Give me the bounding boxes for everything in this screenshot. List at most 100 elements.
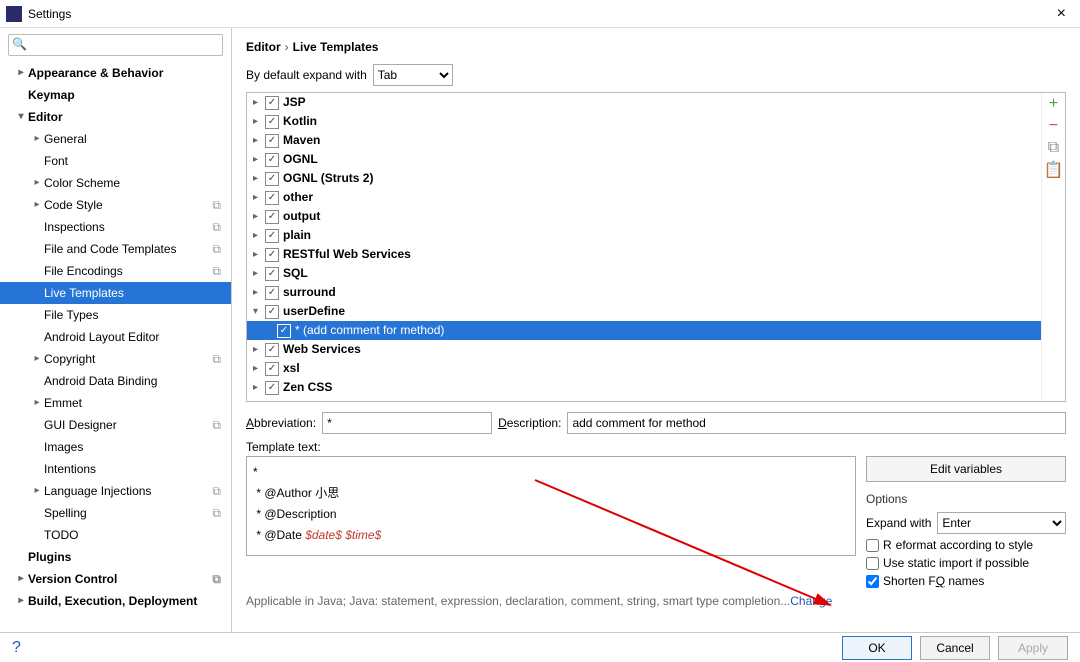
checkbox-icon[interactable]: [265, 229, 279, 243]
edit-variables-button[interactable]: Edit variables: [866, 456, 1066, 482]
checkbox-icon[interactable]: [265, 96, 279, 110]
template-group[interactable]: ▸other: [247, 188, 1041, 207]
checkbox-icon[interactable]: [265, 286, 279, 300]
sidebar-item-label: Images: [44, 436, 223, 458]
sidebar-item-images[interactable]: ▸Images: [0, 436, 231, 458]
copy-icon[interactable]: ⧉: [1042, 137, 1065, 159]
chevron-icon: ▸: [30, 480, 44, 502]
template-group[interactable]: ▾userDefine: [247, 302, 1041, 321]
paste-icon[interactable]: 📋: [1042, 159, 1065, 181]
default-expand-select[interactable]: Tab: [373, 64, 453, 86]
group-label: Kotlin: [283, 112, 317, 131]
settings-tree[interactable]: ▸Appearance & Behavior▸Keymap▾Editor▸Gen…: [0, 62, 231, 632]
template-group[interactable]: ▸ SQL: [247, 264, 1041, 283]
help-icon[interactable]: ?: [12, 639, 21, 657]
remove-icon[interactable]: −: [1042, 115, 1065, 137]
sidebar-item-gui-designer[interactable]: ▸GUI Designer⧉: [0, 414, 231, 436]
checkbox-icon[interactable]: [265, 210, 279, 224]
chevron-icon: ▸: [253, 264, 265, 283]
checkbox-icon[interactable]: [265, 362, 279, 376]
sidebar-item-label: Plugins: [28, 546, 223, 568]
checkbox-icon[interactable]: [265, 153, 279, 167]
template-group[interactable]: ▸Web Services: [247, 340, 1041, 359]
dialog-footer: ? OK Cancel Apply: [0, 632, 1080, 662]
sidebar-item-file-encodings[interactable]: ▸File Encodings⧉: [0, 260, 231, 282]
checkbox-icon[interactable]: [265, 305, 279, 319]
sidebar-item-file-types[interactable]: ▸File Types: [0, 304, 231, 326]
sidebar-item-code-style[interactable]: ▸Code Style⧉: [0, 194, 231, 216]
template-group[interactable]: ▸plain: [247, 226, 1041, 245]
sidebar-item-label: Emmet: [44, 392, 223, 414]
sidebar-item-emmet[interactable]: ▸Emmet: [0, 392, 231, 414]
checkbox-icon[interactable]: [265, 134, 279, 148]
template-group[interactable]: ▸OGNL: [247, 150, 1041, 169]
group-label: OGNL: [283, 150, 318, 169]
template-group[interactable]: ▸RESTful Web Services: [247, 245, 1041, 264]
template-item[interactable]: * (add comment for method): [247, 321, 1041, 340]
chevron-icon: ▸: [253, 188, 265, 207]
sidebar-item-font[interactable]: ▸Font: [0, 150, 231, 172]
sidebar-item-language-injections[interactable]: ▸Language Injections⧉: [0, 480, 231, 502]
sidebar-item-label: Appearance & Behavior: [28, 62, 223, 84]
sidebar-item-file-and-code-templates[interactable]: ▸File and Code Templates⧉: [0, 238, 231, 260]
description-input[interactable]: [567, 412, 1066, 434]
sidebar-item-appearance-behavior[interactable]: ▸Appearance & Behavior: [0, 62, 231, 84]
sidebar-item-plugins[interactable]: ▸Plugins: [0, 546, 231, 568]
sidebar-item-label: Font: [44, 150, 223, 172]
template-group[interactable]: ▸OGNL (Struts 2): [247, 169, 1041, 188]
group-label: SQL: [283, 264, 308, 283]
cancel-button[interactable]: Cancel: [920, 636, 990, 660]
chevron-icon: ▸: [253, 378, 265, 397]
reformat-checkbox[interactable]: Reformat according to style: [866, 534, 1066, 552]
checkbox-icon[interactable]: [265, 248, 279, 262]
checkbox-icon[interactable]: [265, 343, 279, 357]
sidebar-item-color-scheme[interactable]: ▸Color Scheme: [0, 172, 231, 194]
template-group[interactable]: ▸xsl: [247, 359, 1041, 378]
sidebar-item-inspections[interactable]: ▸Inspections⧉: [0, 216, 231, 238]
template-group[interactable]: ▸surround: [247, 283, 1041, 302]
static-import-checkbox[interactable]: Use static import if possible: [866, 552, 1066, 570]
sidebar-item-version-control[interactable]: ▸Version Control⧉: [0, 568, 231, 590]
change-link[interactable]: Change: [790, 594, 832, 608]
template-text-area[interactable]: * * @Author 小思 * @Description * @Date $d…: [246, 456, 856, 556]
sidebar-item-label: Version Control: [28, 568, 212, 590]
sidebar-item-general[interactable]: ▸General: [0, 128, 231, 150]
checkbox-icon[interactable]: [265, 267, 279, 281]
default-expand-label: By default expand with: [246, 68, 367, 82]
sidebar-item-spelling[interactable]: ▸Spelling⧉: [0, 502, 231, 524]
apply-button[interactable]: Apply: [998, 636, 1068, 660]
template-group[interactable]: ▸Kotlin: [247, 112, 1041, 131]
checkbox-icon[interactable]: [265, 191, 279, 205]
chevron-icon: ▸: [253, 283, 265, 302]
sidebar-item-keymap[interactable]: ▸Keymap: [0, 84, 231, 106]
expand-with-select[interactable]: Enter: [937, 512, 1066, 534]
checkbox-icon[interactable]: [265, 172, 279, 186]
template-group-list[interactable]: ▸JSP▸Kotlin▸Maven▸OGNL▸OGNL (Struts 2)▸o…: [247, 93, 1041, 401]
sidebar-item-todo[interactable]: ▸TODO: [0, 524, 231, 546]
checkbox-icon[interactable]: [265, 381, 279, 395]
sidebar-item-label: GUI Designer: [44, 414, 212, 436]
close-icon[interactable]: ×: [1049, 5, 1074, 23]
template-group[interactable]: ▸JSP: [247, 93, 1041, 112]
template-group[interactable]: ▸Zen CSS: [247, 378, 1041, 397]
checkbox-icon[interactable]: [265, 115, 279, 129]
sidebar-item-intentions[interactable]: ▸Intentions: [0, 458, 231, 480]
sidebar-item-android-layout-editor[interactable]: ▸Android Layout Editor: [0, 326, 231, 348]
shorten-fq-checkbox[interactable]: Shorten FQ names: [866, 570, 1066, 588]
sidebar-item-copyright[interactable]: ▸Copyright⧉: [0, 348, 231, 370]
sidebar-item-build-execution-deployment[interactable]: ▸Build, Execution, Deployment: [0, 590, 231, 612]
sidebar-item-android-data-binding[interactable]: ▸Android Data Binding: [0, 370, 231, 392]
chevron-icon: ▸: [253, 340, 265, 359]
search-input[interactable]: [8, 34, 223, 56]
template-group[interactable]: ▸output: [247, 207, 1041, 226]
chevron-icon: ▸: [253, 359, 265, 378]
checkbox-icon[interactable]: [277, 324, 291, 338]
breadcrumb: Editor›Live Templates: [246, 36, 1066, 64]
ok-button[interactable]: OK: [842, 636, 912, 660]
abbreviation-input[interactable]: [322, 412, 492, 434]
sidebar-item-live-templates[interactable]: ▸Live Templates: [0, 282, 231, 304]
template-group[interactable]: ▸Maven: [247, 131, 1041, 150]
add-icon[interactable]: +: [1042, 93, 1065, 115]
project-scope-icon: ⧉: [212, 260, 223, 282]
sidebar-item-editor[interactable]: ▾Editor: [0, 106, 231, 128]
